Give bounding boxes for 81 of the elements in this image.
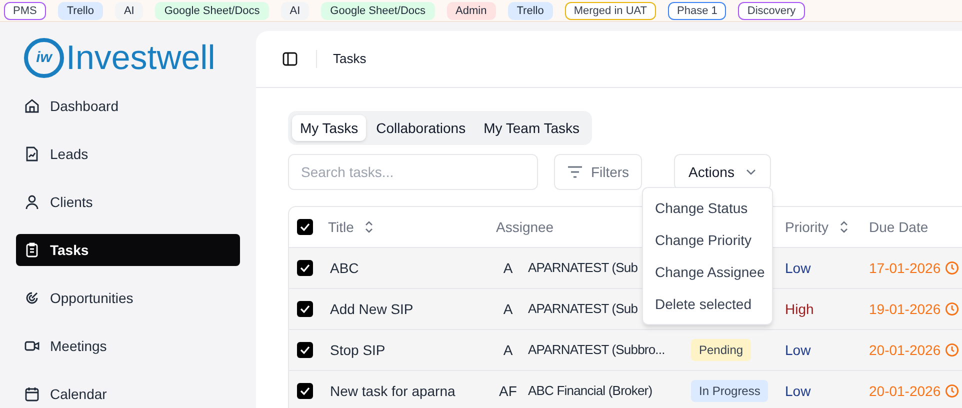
- sidebar-item[interactable]: Meetings: [16, 330, 240, 362]
- clock-icon: [944, 261, 959, 275]
- avatar-initials: A: [503, 258, 513, 278]
- user-icon: [24, 194, 40, 210]
- sidebar-item[interactable]: Clients: [16, 186, 240, 218]
- column-header: Due Date: [869, 218, 928, 236]
- sidebar-item[interactable]: Tasks: [16, 234, 240, 266]
- logo-icon: iw: [24, 38, 64, 78]
- column-header[interactable]: Title: [328, 216, 354, 238]
- assignee-name: APARNATEST (Sub: [528, 259, 638, 278]
- checkbox[interactable]: [297, 260, 313, 276]
- search-field[interactable]: Search tasks...: [288, 154, 538, 190]
- filter-icon: [566, 166, 583, 178]
- task-title: ABC: [330, 260, 359, 276]
- logo-text: Investwell: [66, 41, 216, 75]
- status-badge: In Progress: [691, 380, 768, 402]
- sidebar-item[interactable]: Leads: [16, 138, 240, 170]
- tag: Discovery: [738, 2, 805, 20]
- check-icon: [300, 264, 310, 272]
- sidebar-item[interactable]: Dashboard: [16, 90, 240, 122]
- priority-label: Low: [785, 258, 811, 278]
- priority-label: Low: [785, 382, 811, 400]
- tag: Trello: [58, 2, 103, 20]
- menu-item[interactable]: Delete selected: [643, 288, 772, 320]
- clock-icon: [944, 384, 959, 398]
- task-title: Add New SIP: [330, 300, 414, 316]
- checkbox[interactable]: [297, 342, 313, 358]
- check-icon: [300, 387, 310, 395]
- task-title: Stop SIP: [330, 342, 386, 358]
- document-icon: [24, 146, 40, 162]
- tag: Trello: [508, 2, 553, 20]
- menu-item[interactable]: Change Status: [643, 192, 772, 224]
- tag: AI: [280, 2, 310, 20]
- filters-button[interactable]: Filters: [554, 154, 642, 190]
- tab[interactable]: My Tasks: [292, 115, 366, 141]
- tag: AI: [114, 2, 144, 20]
- home-icon: [24, 98, 40, 114]
- avatar-initials: AF: [499, 382, 517, 400]
- avatar-initials: A: [503, 300, 513, 318]
- chevron-down-icon: [746, 169, 756, 175]
- avatar-initials: A: [503, 340, 513, 360]
- sidebar-item[interactable]: Calendar: [16, 378, 240, 408]
- tag: Admin: [446, 2, 496, 20]
- tag: Merged in UAT: [564, 2, 656, 20]
- clipboard-icon: [24, 242, 40, 258]
- assignee-name: APARNATEST (Sub: [528, 300, 638, 318]
- clock-icon: [944, 302, 959, 316]
- column-header: Assignee: [496, 218, 554, 237]
- due-date: 20-01-2026: [869, 340, 941, 360]
- checkbox[interactable]: [297, 301, 313, 317]
- tab[interactable]: Collaborations: [368, 115, 474, 141]
- target-icon: [24, 290, 40, 306]
- tag: Google Sheet/Docs: [321, 2, 435, 20]
- column-header[interactable]: Priority: [785, 216, 829, 238]
- priority-label: Low: [785, 340, 811, 360]
- calendar-icon: [24, 386, 40, 402]
- tab[interactable]: My Team Tasks: [476, 115, 588, 141]
- check-icon: [300, 223, 310, 231]
- menu-item[interactable]: Change Priority: [643, 224, 772, 256]
- task-title: New task for aparna: [330, 382, 456, 398]
- checkbox[interactable]: [297, 383, 313, 399]
- check-icon: [300, 305, 310, 313]
- due-date: 19-01-2026: [869, 300, 941, 318]
- assignee-name: ABC Financial (Broker): [528, 382, 652, 400]
- menu-item[interactable]: Change Assignee: [643, 256, 772, 288]
- assignee-name: APARNATEST (Subbro...: [528, 341, 665, 360]
- sidebar-item[interactable]: Opportunities: [16, 282, 240, 314]
- priority-label: High: [785, 300, 814, 319]
- sidebar-toggle-icon[interactable]: [282, 51, 298, 67]
- due-date: 20-01-2026: [869, 382, 941, 400]
- check-icon: [300, 346, 310, 354]
- status-badge: Pending: [691, 339, 752, 361]
- clock-icon: [944, 343, 959, 357]
- checkbox[interactable]: [297, 219, 313, 235]
- due-date: 17-01-2026: [869, 258, 941, 278]
- sort-icon: [838, 221, 849, 233]
- sort-icon: [364, 221, 374, 233]
- tag: Google Sheet/Docs: [155, 2, 269, 20]
- tag: Phase 1: [668, 2, 726, 20]
- tag: PMS: [4, 2, 46, 20]
- page-title: Tasks: [333, 50, 366, 68]
